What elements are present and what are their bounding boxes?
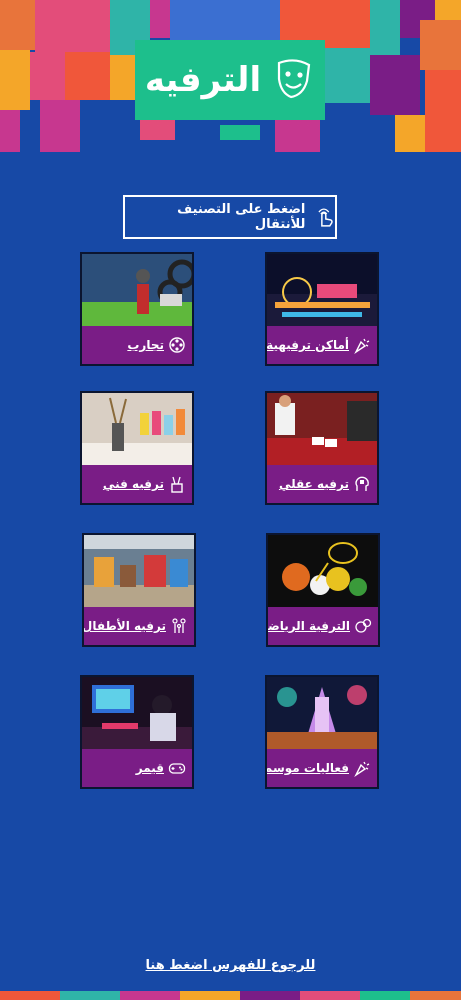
page-title: الترفيه [144, 60, 262, 100]
card-gamer[interactable]: قيمر [80, 675, 194, 789]
card-mental-entertainment[interactable]: ترفيه عقلي [265, 391, 379, 505]
seasonal-events-photo [267, 677, 377, 749]
sports-balls-icon [355, 618, 372, 633]
navigation-hint: اضغط على التصنيف للأنتقال [123, 195, 337, 239]
card-artistic-entertainment[interactable]: ترفيه فني [80, 391, 194, 505]
page-title-box: الترفيه [135, 40, 325, 120]
family-icon [172, 618, 186, 633]
gamer-photo [82, 677, 192, 749]
back-to-index-link[interactable]: للرجوع للفهرس اضغط هنا [0, 958, 461, 973]
card-entertainment-places[interactable]: أماكن ترفيهية [265, 252, 379, 366]
tap-hand-icon [318, 208, 334, 227]
card-label: فعاليات موسمية [265, 761, 349, 775]
sports-entertainment-photo [268, 535, 378, 607]
paint-brushes-icon [171, 476, 183, 493]
puzzle-head-icon [355, 476, 369, 491]
card-label: قيمر [135, 761, 164, 775]
mental-entertainment-photo [267, 393, 377, 465]
film-reel-icon [169, 337, 185, 353]
hint-text: اضغط على التصنيف للأنتقال [177, 202, 306, 232]
card-label: تجارب [127, 338, 164, 352]
card-label: ترفيه الأطفال [82, 619, 166, 633]
entertainment-places-photo [267, 254, 377, 326]
card-seasonal-events[interactable]: فعاليات موسمية [265, 675, 379, 789]
artistic-entertainment-photo [82, 393, 192, 465]
party-popper-icon [354, 761, 370, 777]
gamepad-icon [168, 763, 186, 774]
card-label: ترفيه فني [102, 477, 164, 491]
card-experiences[interactable]: تجارب [80, 252, 194, 366]
card-label: ترفيه عقلي [278, 477, 349, 491]
card-label: الترفية الرياضي [268, 619, 350, 633]
kids-entertainment-photo [84, 535, 194, 607]
theater-masks-icon [278, 59, 311, 99]
footer-pattern-strip [0, 988, 461, 1000]
experiences-photo [82, 254, 192, 326]
party-popper-icon [354, 338, 370, 354]
card-kids-entertainment[interactable]: ترفيه الأطفال [82, 533, 196, 647]
card-sports-entertainment[interactable]: الترفية الرياضي [266, 533, 380, 647]
card-label: أماكن ترفيهية [266, 338, 349, 352]
